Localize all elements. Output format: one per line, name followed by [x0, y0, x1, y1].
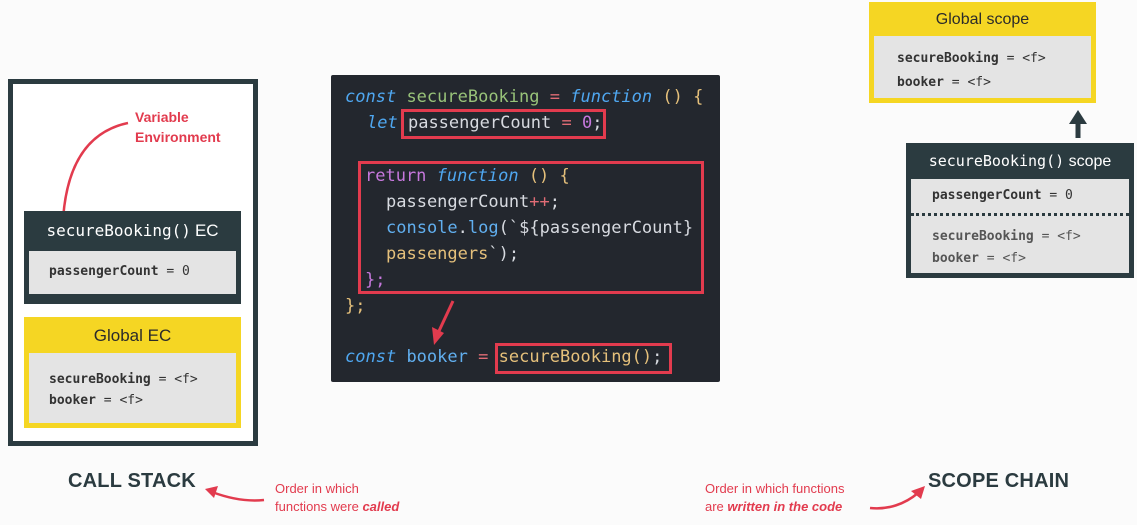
scope-chain-label: SCOPE CHAIN [928, 470, 1070, 492]
scope-chain-note-arrow [869, 486, 925, 510]
